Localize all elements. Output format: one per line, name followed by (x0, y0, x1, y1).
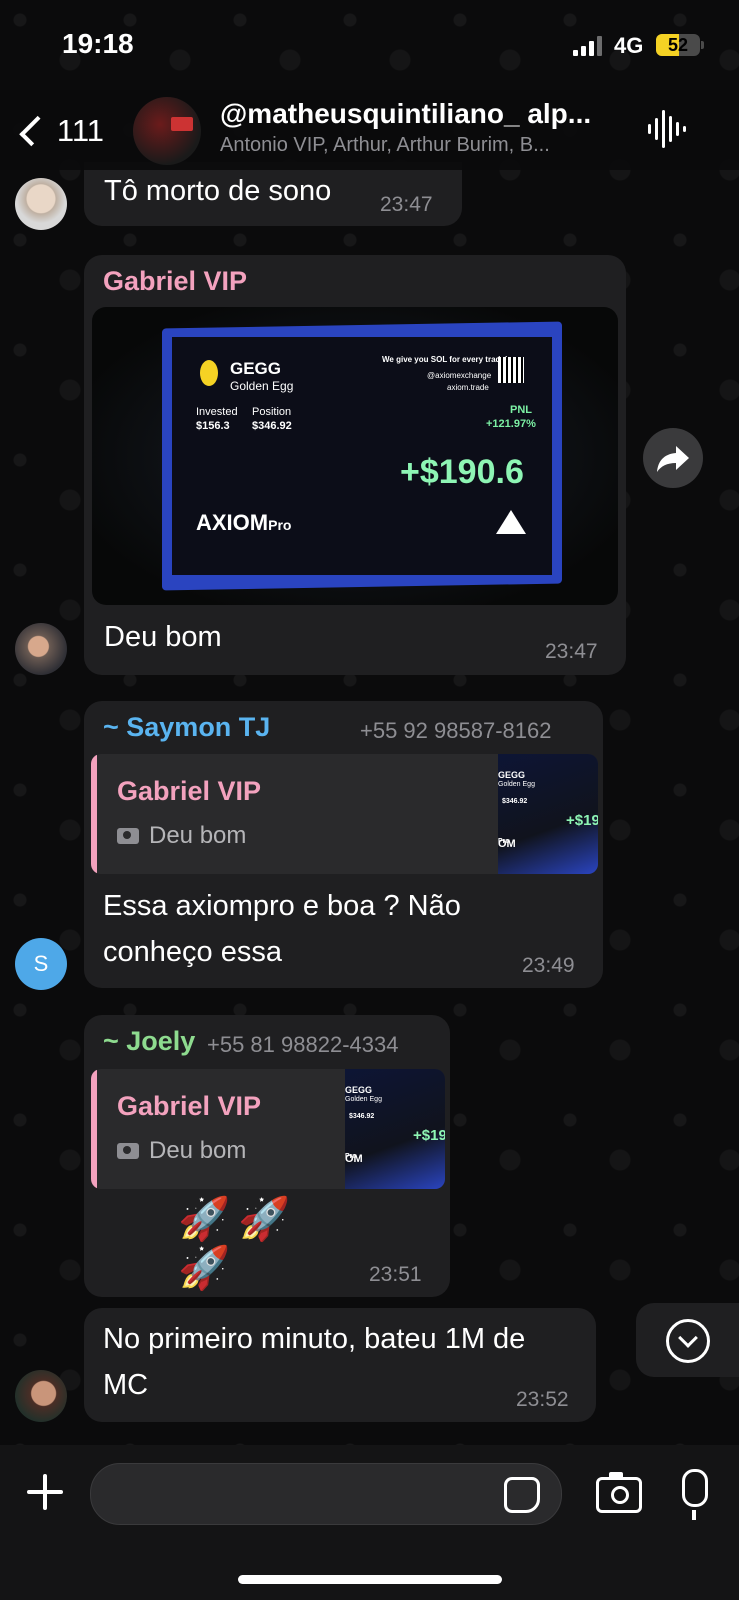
quote-thumbnail: GEGG Golden Egg $346.92 +$19 OM Pro (345, 1069, 445, 1189)
unread-count: 111 (56, 113, 104, 148)
network-type: 4G (614, 33, 644, 58)
quote-bar (91, 754, 97, 874)
message-input[interactable] (90, 1463, 562, 1525)
status-time: 19:18 (62, 28, 134, 59)
share-arrow-icon (657, 446, 689, 472)
photo-position-value: $346.92 (252, 420, 292, 432)
sender-avatar[interactable] (15, 178, 67, 230)
scroll-to-bottom-button[interactable] (636, 1303, 739, 1377)
signal-icon (573, 36, 603, 56)
message-time: 23:47 (545, 640, 598, 663)
battery-nub (701, 41, 704, 49)
avatar-letter: S (33, 951, 49, 976)
chat-members[interactable]: Antonio VIP, Arthur, Arthur Burim, B... (220, 134, 620, 157)
status-bar: 19:18 4G 52 (0, 0, 739, 90)
thumb-token-name: Golden Egg (345, 1096, 382, 1103)
back-button[interactable]: 111 (14, 110, 104, 152)
photo-promo: We give you SOL for every trade! (382, 355, 508, 364)
voice-chat-icon[interactable] (648, 110, 686, 148)
thumb-token: GEGG (345, 1085, 373, 1095)
message-time: 23:52 (516, 1388, 569, 1411)
axiom-logo-icon (496, 510, 526, 534)
photo-token-name: Golden Egg (230, 379, 294, 393)
photo-brand: AXIOMPro (196, 510, 291, 536)
camera-icon (117, 828, 139, 844)
quote-sender: Gabriel VIP (117, 776, 262, 806)
photo-pnl-amount: +$190.6 (400, 453, 524, 491)
photo-caption: Deu bom (104, 621, 222, 653)
battery-icon: 52 (656, 34, 700, 56)
chat-header: 111 @matheusquintiliano_ alp... Antonio … (0, 90, 739, 170)
photo-pnl-label: PNL (510, 404, 532, 416)
message-text: Tô morto de sono (104, 175, 332, 207)
message-time: 23:47 (380, 193, 433, 216)
composer-bar (0, 1445, 739, 1600)
thumb-brand-suffix: Pro (345, 1153, 357, 1160)
sender-name[interactable]: ~ Saymon TJ (103, 712, 270, 743)
quote-text: Deu bom (149, 822, 247, 849)
photo-site: axiom.trade (447, 383, 489, 392)
photo-invested-label: Invested (196, 406, 238, 418)
reply-quote[interactable]: Gabriel VIP Deu bom GEGG Golden Egg $346… (91, 1069, 445, 1189)
group-avatar[interactable] (133, 97, 201, 165)
photo-token: GEGG (230, 359, 282, 378)
quote-text: Deu bom (149, 1137, 247, 1164)
message-time: 23:49 (522, 954, 575, 977)
sender-name[interactable]: ~ Joely (103, 1026, 195, 1057)
thumb-pnl: +$19 (566, 812, 598, 829)
sender-avatar[interactable]: S (15, 938, 67, 990)
battery-percent: 52 (667, 35, 689, 55)
quote-bar (91, 1069, 97, 1189)
coin-icon (200, 360, 218, 386)
chevron-left-icon (19, 115, 50, 147)
sender-avatar[interactable] (15, 1370, 67, 1422)
thumb-value: $346.92 (349, 1113, 375, 1120)
thumb-token: GEGG (498, 770, 526, 780)
home-indicator (238, 1575, 502, 1584)
forward-button[interactable] (643, 428, 703, 488)
sender-avatar[interactable] (15, 623, 67, 675)
attach-plus-icon[interactable] (25, 1472, 65, 1512)
message-list[interactable]: Tô morto de sono 23:47 Gabriel VIP GEGG … (0, 0, 739, 1445)
photo-position-label: Position (252, 406, 292, 418)
message-time: 23:51 (369, 1263, 422, 1286)
sender-name[interactable]: Gabriel VIP (103, 266, 247, 297)
camera-icon[interactable] (596, 1472, 642, 1513)
thumb-value: $346.92 (502, 798, 528, 805)
message-text-line1: No primeiro minuto, bateu 1M de (103, 1323, 526, 1355)
chat-title[interactable]: @matheusquintiliano_ alp... (220, 98, 620, 130)
microphone-icon[interactable] (682, 1469, 708, 1520)
message-text-line2: MC (103, 1369, 149, 1401)
quote-sender: Gabriel VIP (117, 1091, 262, 1121)
qr-code (498, 357, 524, 383)
sender-phone: +55 81 98822-4334 (207, 1032, 399, 1057)
photo-brand-name: AXIOM (196, 510, 269, 535)
thumb-token-name: Golden Egg (498, 781, 535, 788)
message-text-line1: Essa axiompro e boa ? Não (103, 890, 461, 922)
message-text-line2: conheço essa (103, 936, 282, 968)
shared-photo[interactable]: GEGG Golden Egg We give you SOL for ever… (92, 307, 618, 605)
thumb-pnl: +$19 (413, 1127, 445, 1144)
photo-handle: @axiomexchange (427, 371, 492, 380)
photo-invested-value: $156.3 (196, 420, 230, 432)
thumb-brand-suffix: Pro (498, 838, 510, 845)
chevron-down-icon (666, 1319, 710, 1363)
sender-phone: +55 92 98587-8162 (360, 718, 552, 743)
sticker-icon[interactable] (504, 1477, 540, 1513)
photo-brand-suffix: Pro (268, 517, 292, 533)
camera-icon (117, 1143, 139, 1159)
quote-thumbnail: GEGG Golden Egg $346.92 +$19 OM Pro (498, 754, 598, 874)
photo-pnl-pct: +121.97% (486, 418, 536, 430)
reply-quote[interactable]: Gabriel VIP Deu bom GEGG Golden Egg $346… (91, 754, 598, 874)
rocket-emoji: 🚀🚀🚀 (178, 1195, 299, 1291)
